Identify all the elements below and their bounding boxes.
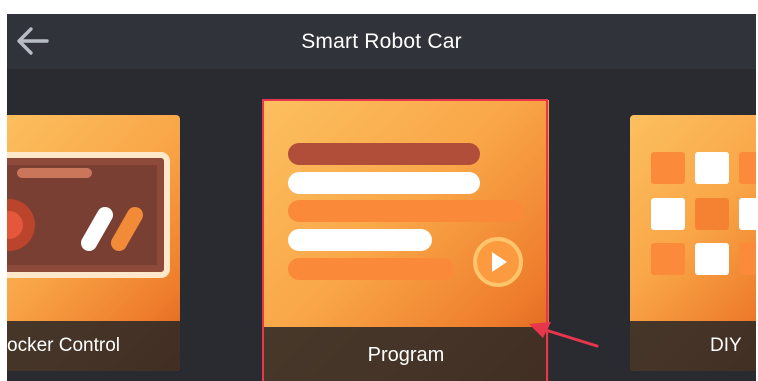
top-bar: Smart Robot Car bbox=[7, 14, 756, 69]
rocker-control-card[interactable]: ocker Control bbox=[7, 115, 180, 371]
rocker-control-label: ocker Control bbox=[7, 321, 180, 371]
app-screen: Smart Robot Car ocker Control Program DI… bbox=[7, 14, 756, 381]
program-illustration bbox=[288, 143, 524, 287]
diy-label: DIY Co bbox=[630, 321, 756, 371]
annotation-arrow-icon bbox=[529, 322, 599, 348]
diy-card[interactable]: DIY Co bbox=[630, 115, 756, 371]
program-label: Program bbox=[263, 327, 549, 381]
rocker-control-illustration bbox=[7, 152, 170, 278]
page-title: Smart Robot Car bbox=[301, 30, 462, 53]
program-card[interactable]: Program bbox=[263, 100, 549, 381]
